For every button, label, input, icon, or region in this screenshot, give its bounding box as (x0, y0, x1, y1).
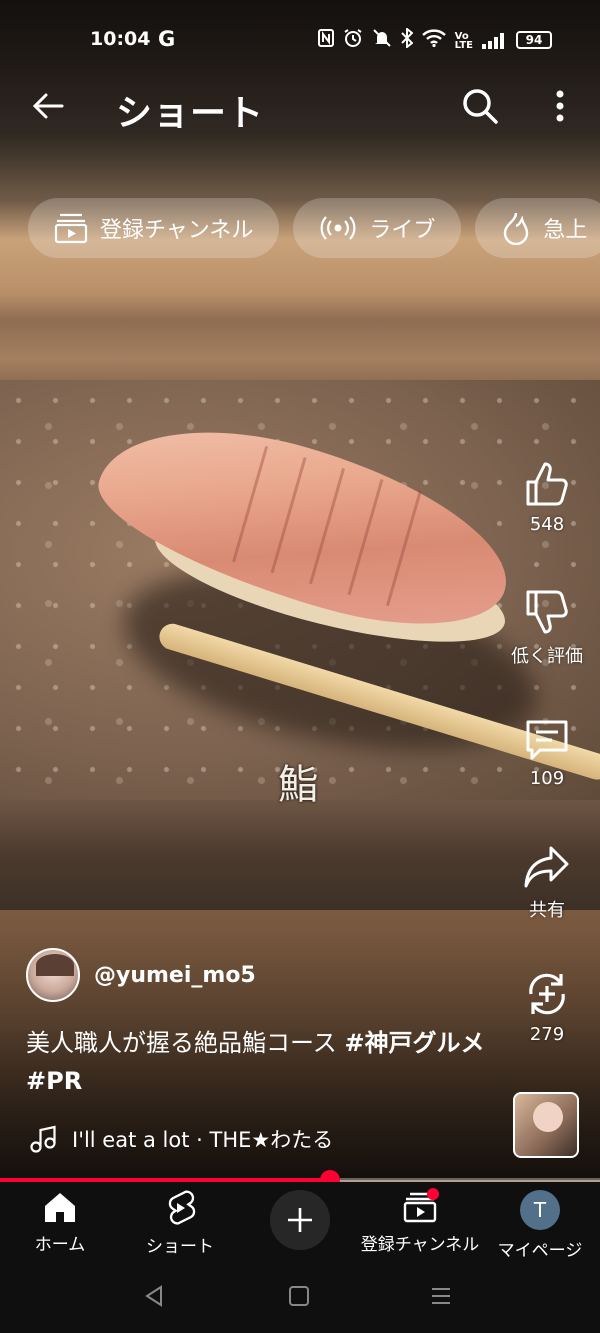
avatar: T (520, 1190, 560, 1230)
chip-label: 急上 (543, 218, 588, 243)
share-button[interactable]: 共有 (506, 844, 588, 922)
volte-icon: Vo LTE (454, 30, 473, 51)
page-title: ショート (116, 93, 265, 134)
chip-subscriptions[interactable]: 登録チャンネル (28, 198, 280, 258)
google-indicator: G (158, 27, 176, 51)
status-time: 10:04 (90, 28, 151, 50)
trending-icon (504, 212, 529, 245)
like-count: 548 (529, 514, 565, 535)
nav-label: ホーム (34, 1235, 86, 1255)
battery-level: 94 (525, 33, 543, 47)
remix-button[interactable]: 279 (506, 970, 588, 1045)
remix-icon (529, 973, 565, 1015)
nav-home[interactable]: ホーム (0, 1190, 120, 1255)
search-icon (463, 89, 498, 124)
caption-text: 美人職人が握る絶品鮨コース (26, 1029, 337, 1057)
thumbs-down-icon (526, 590, 568, 634)
comments-button[interactable]: 109 (506, 716, 588, 789)
dislike-button[interactable]: 低く評価 (506, 588, 588, 668)
comment-count: 109 (529, 768, 565, 789)
chip-label: 登録チャンネル (100, 218, 254, 243)
chip-live[interactable]: ライブ (293, 198, 462, 258)
video-caption[interactable]: 美人職人が握る絶品鮨コース #神戸グルメ #PR (26, 1024, 496, 1100)
back-button[interactable] (30, 88, 66, 124)
nav-shorts[interactable]: ショート (120, 1190, 240, 1257)
notification-dot (427, 1188, 439, 1200)
channel-row[interactable]: @yumei_mo5 (26, 948, 256, 1002)
arrow-left-icon (32, 93, 64, 119)
sound-thumbnail[interactable] (513, 1092, 579, 1158)
create-button[interactable] (270, 1190, 330, 1250)
hashtag[interactable]: #PR (26, 1067, 82, 1095)
system-nav-bar (0, 1262, 600, 1333)
mute-icon (372, 28, 392, 53)
comment-icon (526, 720, 568, 760)
hashtag[interactable]: #神戸グルメ (344, 1029, 484, 1057)
dislike-label: 低く評価 (511, 646, 583, 667)
share-icon (524, 846, 569, 888)
live-icon (320, 216, 356, 240)
music-row[interactable]: I'll eat a lot · THE★わたる (30, 1124, 333, 1154)
nav-subscriptions[interactable]: 登録チャンネル (360, 1188, 480, 1255)
thumbs-up-icon (526, 462, 568, 506)
nav-label: マイページ (497, 1241, 583, 1261)
plus-icon (288, 1208, 312, 1232)
bottom-nav: ホーム ショート 登録チャンネル T マイページ (0, 1182, 600, 1262)
nav-label: ショート (146, 1237, 214, 1257)
top-bar: ショート (0, 78, 600, 138)
search-button[interactable] (460, 86, 500, 126)
music-title: I'll eat a lot · THE★わたる (72, 1128, 334, 1152)
alarm-icon (343, 28, 363, 53)
nav-label: 登録チャンネル (360, 1235, 480, 1255)
video-overlay-text: 鮨 (278, 762, 318, 808)
filter-chips: 登録チャンネル ライブ 急上 (28, 198, 600, 258)
avatar[interactable] (26, 948, 80, 1002)
wifi-icon (421, 29, 446, 52)
share-label: 共有 (529, 900, 565, 921)
nfc-icon (317, 29, 334, 52)
remix-count: 279 (529, 1024, 565, 1045)
subscriptions-icon (54, 213, 88, 244)
home-icon (45, 1193, 75, 1222)
nav-you[interactable]: T マイページ (480, 1190, 600, 1261)
channel-handle[interactable]: @yumei_mo5 (94, 963, 256, 988)
more-vertical-icon (556, 90, 564, 122)
battery-icon: 94 (516, 31, 552, 49)
shorts-icon (168, 1190, 196, 1225)
like-button[interactable]: 548 (506, 460, 588, 535)
chip-label: ライブ (369, 218, 436, 243)
system-back-icon[interactable] (142, 1284, 166, 1308)
signal-icon (482, 32, 504, 49)
status-bar: 10:04 G Vo LTE 94 (0, 24, 600, 58)
music-note-icon (30, 1125, 56, 1153)
system-recents-icon[interactable] (429, 1284, 453, 1308)
system-home-icon[interactable] (287, 1284, 311, 1308)
bluetooth-icon (400, 26, 414, 53)
more-options-button[interactable] (548, 86, 572, 126)
chip-trending[interactable]: 急上 (475, 198, 600, 258)
